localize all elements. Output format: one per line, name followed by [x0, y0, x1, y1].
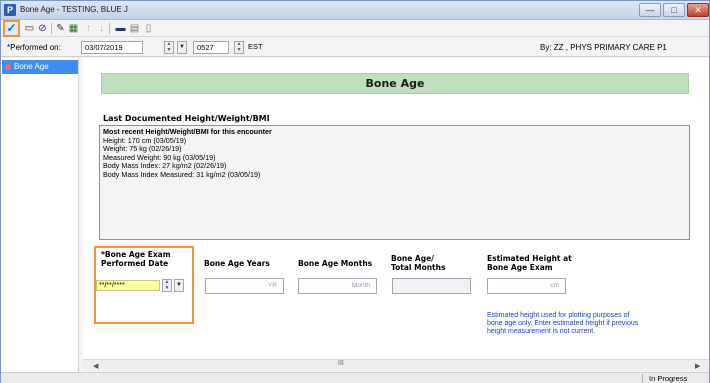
exam-date-spinner[interactable]: ▲ ▼ — [162, 279, 172, 292]
bone-age-years-input[interactable]: YR — [205, 278, 284, 294]
status-text: In Progress — [649, 374, 688, 383]
window-title: Bone Age - TESTING, BLUE J — [20, 5, 128, 14]
time-spinner[interactable]: ▲ ▼ — [234, 41, 244, 54]
form-banner: Bone Age — [101, 73, 689, 94]
minimize-button[interactable]: — — [639, 3, 661, 17]
toolbar-separator — [109, 23, 110, 34]
print-icon[interactable]: ▯ — [142, 22, 155, 35]
scroll-right-icon[interactable]: ▶ — [695, 362, 700, 370]
total-months-field — [392, 278, 471, 294]
exam-date-label-line-2: Performed Date — [101, 259, 169, 268]
grid-icon[interactable]: ▤ — [128, 22, 141, 35]
exam-date-field[interactable]: **/**/**** — [96, 280, 160, 291]
section-title: Last Documented Height/Weight/BMI — [103, 114, 270, 123]
down-arrow-icon[interactable]: ↓ — [95, 22, 108, 35]
info-line: Body Mass Index Measured: 31 kg/m2 (03/0… — [103, 169, 261, 179]
sidebar: Bone Age — [1, 58, 79, 374]
toolbar-separator — [51, 23, 52, 34]
title-bar: P Bone Age - TESTING, BLUE J — □ ✕ — [1, 1, 709, 20]
total-months-label-line-1: Bone Age/ — [391, 254, 434, 263]
performed-by-label: By: ZZ , PHYS PRIMARY CARE P1 — [540, 43, 667, 52]
up-arrow-icon[interactable]: ↑ — [82, 22, 95, 35]
estimated-height-note: Estimated height used for plotting purpo… — [487, 312, 639, 335]
info-header: Most recent Height/Weight/BMI for this e… — [103, 127, 272, 136]
performed-date-field[interactable]: 03/07/2019 — [81, 41, 143, 54]
exam-date-label-line-1: *Bone Age Exam — [101, 250, 171, 259]
date-dropdown-button[interactable]: ▼ — [177, 41, 187, 54]
performed-time-field[interactable]: 0527 — [193, 41, 229, 54]
status-bar: In Progress — [1, 372, 709, 383]
estimated-height-label-line-1: Estimated Height at — [487, 254, 572, 263]
status-separator — [642, 374, 643, 383]
estimated-height-label-line-2: Bone Age Exam — [487, 263, 553, 272]
horizontal-scrollbar[interactable]: ◀ III ▶ — [83, 359, 709, 371]
form-panel: Bone Age Last Documented Height/Weight/B… — [83, 58, 709, 361]
scroll-grip[interactable]: III — [338, 360, 344, 367]
form-icon[interactable]: ▦ — [67, 22, 80, 35]
save-icon[interactable]: ▭ — [23, 22, 36, 35]
bone-age-months-label: Bone Age Months — [298, 259, 373, 268]
check-icon[interactable]: ✓ — [3, 20, 20, 37]
bone-age-months-input[interactable]: Month — [298, 278, 377, 294]
height-weight-info-box: Most recent Height/Weight/BMI for this e… — [99, 125, 690, 240]
close-button[interactable]: ✕ — [687, 3, 709, 17]
estimated-height-input[interactable]: cm — [487, 278, 566, 294]
total-months-label: Bone Age/ Total Months — [391, 254, 445, 272]
estimated-height-label: Estimated Height at Bone Age Exam — [487, 254, 572, 272]
sidebar-item-bone-age[interactable]: Bone Age — [2, 60, 78, 74]
status-dot-icon — [5, 64, 11, 70]
cancel-icon[interactable]: ⊘ — [36, 22, 49, 35]
exam-date-dropdown-button[interactable]: ▼ — [174, 279, 184, 292]
toolbar: ✓ ▭ ⊘ ✎ ▦ ↑ ↓ ▬ ▤ ▯ — [1, 20, 709, 37]
performed-on-row: *Performed on: 03/07/2019 ▲ ▼ ▼ 0527 ▲ ▼ E… — [1, 38, 709, 57]
wand-icon[interactable]: ✎ — [54, 22, 67, 35]
app-icon: P — [4, 4, 16, 16]
bone-age-years-label: Bone Age Years — [204, 259, 270, 268]
scroll-left-icon[interactable]: ◀ — [93, 362, 98, 370]
info-line: Height: 170 cm (03/05/19) — [103, 135, 187, 145]
maximize-button[interactable]: □ — [663, 3, 685, 17]
application-window: P Bone Age - TESTING, BLUE J — □ ✕ ✓ ▭ ⊘… — [0, 0, 710, 383]
sidebar-item-label: Bone Age — [14, 62, 49, 71]
timezone-label: EST — [248, 42, 263, 51]
monitor-icon[interactable]: ▬ — [114, 22, 127, 35]
exam-date-label: *Bone Age Exam Performed Date — [101, 250, 171, 268]
total-months-label-line-2: Total Months — [391, 263, 446, 272]
performed-on-label: *Performed on: — [7, 43, 61, 52]
date-spinner[interactable]: ▲ ▼ — [164, 41, 174, 54]
